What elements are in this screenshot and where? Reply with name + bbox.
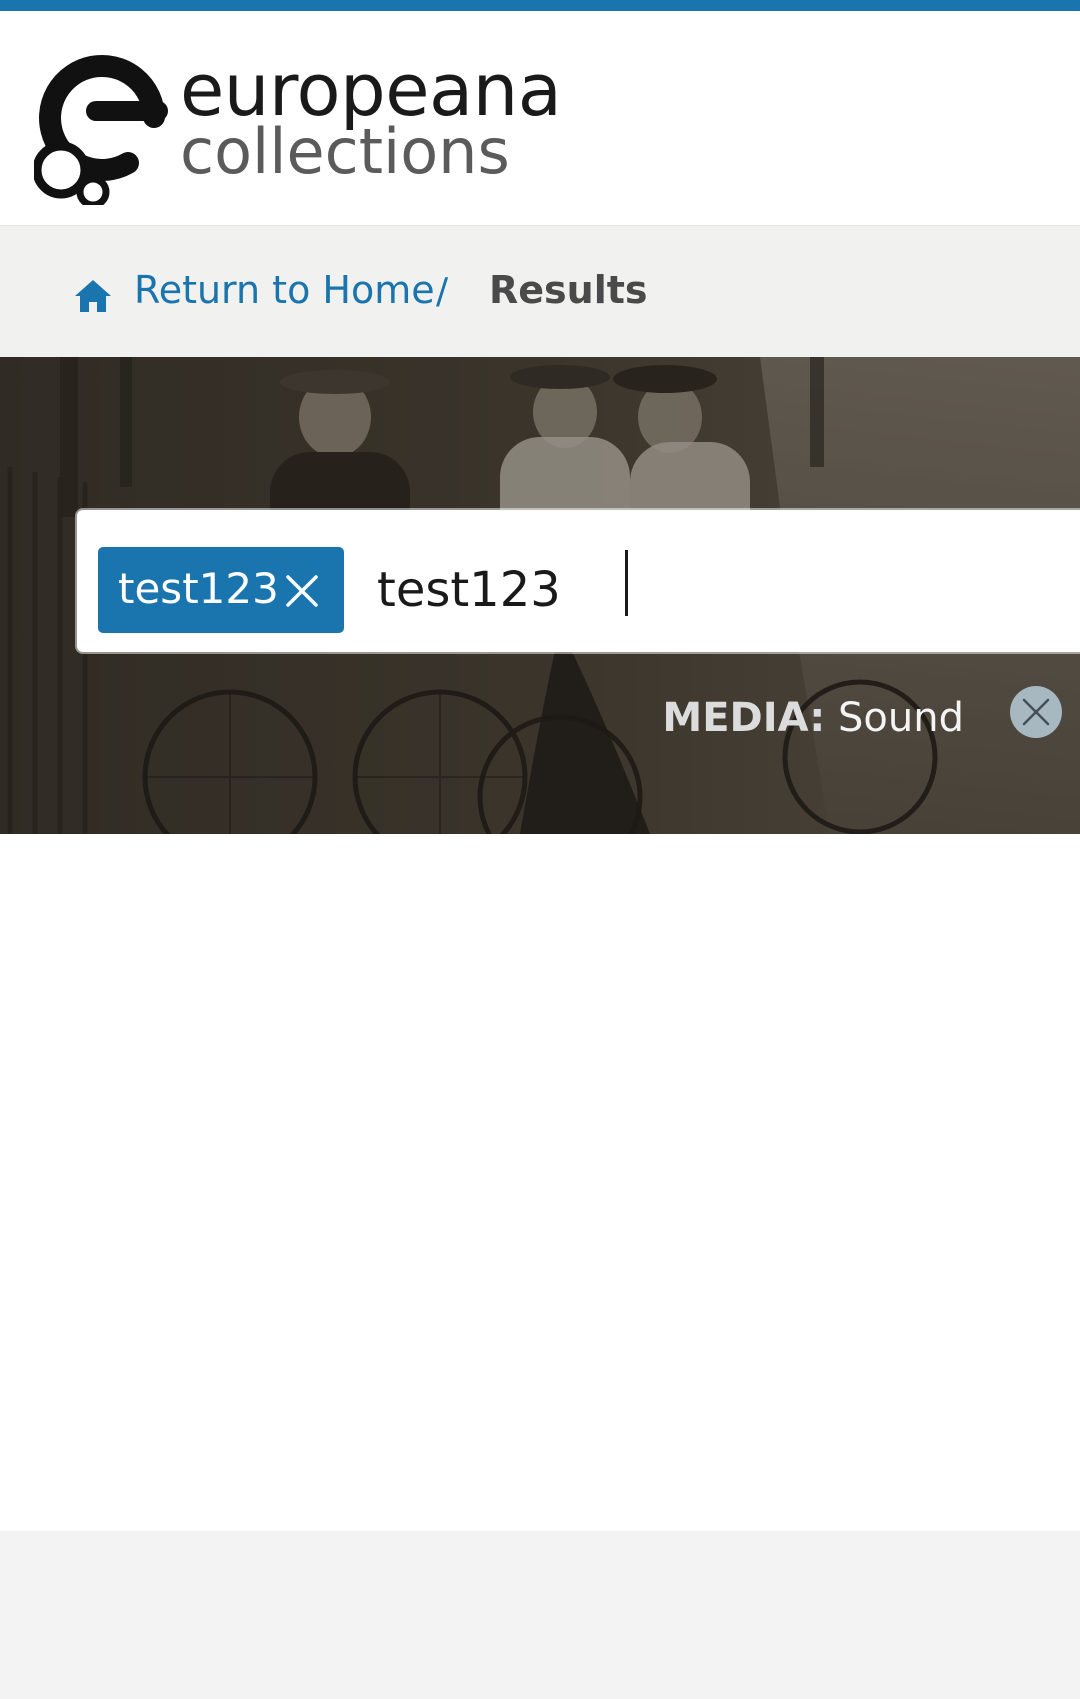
text-cursor: [625, 550, 628, 616]
close-circle-icon: [1022, 698, 1050, 726]
breadcrumb-separator: /: [436, 271, 449, 312]
breadcrumb-current: Results: [489, 268, 648, 312]
results-area: [0, 834, 1080, 1531]
active-filter-label: MEDIA: Sound: [662, 694, 964, 742]
site-header: europeana collections: [0, 11, 1080, 225]
page-footer: [0, 1531, 1080, 1699]
remove-filter-button[interactable]: [1010, 686, 1062, 738]
logo-subtitle: collections: [180, 115, 510, 188]
search-term-chip[interactable]: test123: [98, 547, 344, 633]
home-icon[interactable]: [74, 278, 112, 314]
search-bar: test123: [77, 510, 1080, 652]
search-input[interactable]: [377, 547, 1057, 633]
breadcrumb: Return to Home / Results: [0, 225, 1080, 358]
filter-value: Sound: [838, 695, 964, 741]
search-hero: test123 MEDIA: Sound: [0, 357, 1080, 834]
filter-key: MEDIA:: [662, 695, 826, 741]
europeana-logo[interactable]: europeana collections: [34, 35, 562, 215]
breadcrumb-home-link[interactable]: Return to Home: [134, 268, 435, 314]
close-icon[interactable]: [284, 573, 320, 609]
europeana-logo-mark-icon: [34, 54, 168, 205]
top-accent-bar: [0, 0, 1080, 11]
search-term-chip-label: test123: [118, 564, 279, 613]
